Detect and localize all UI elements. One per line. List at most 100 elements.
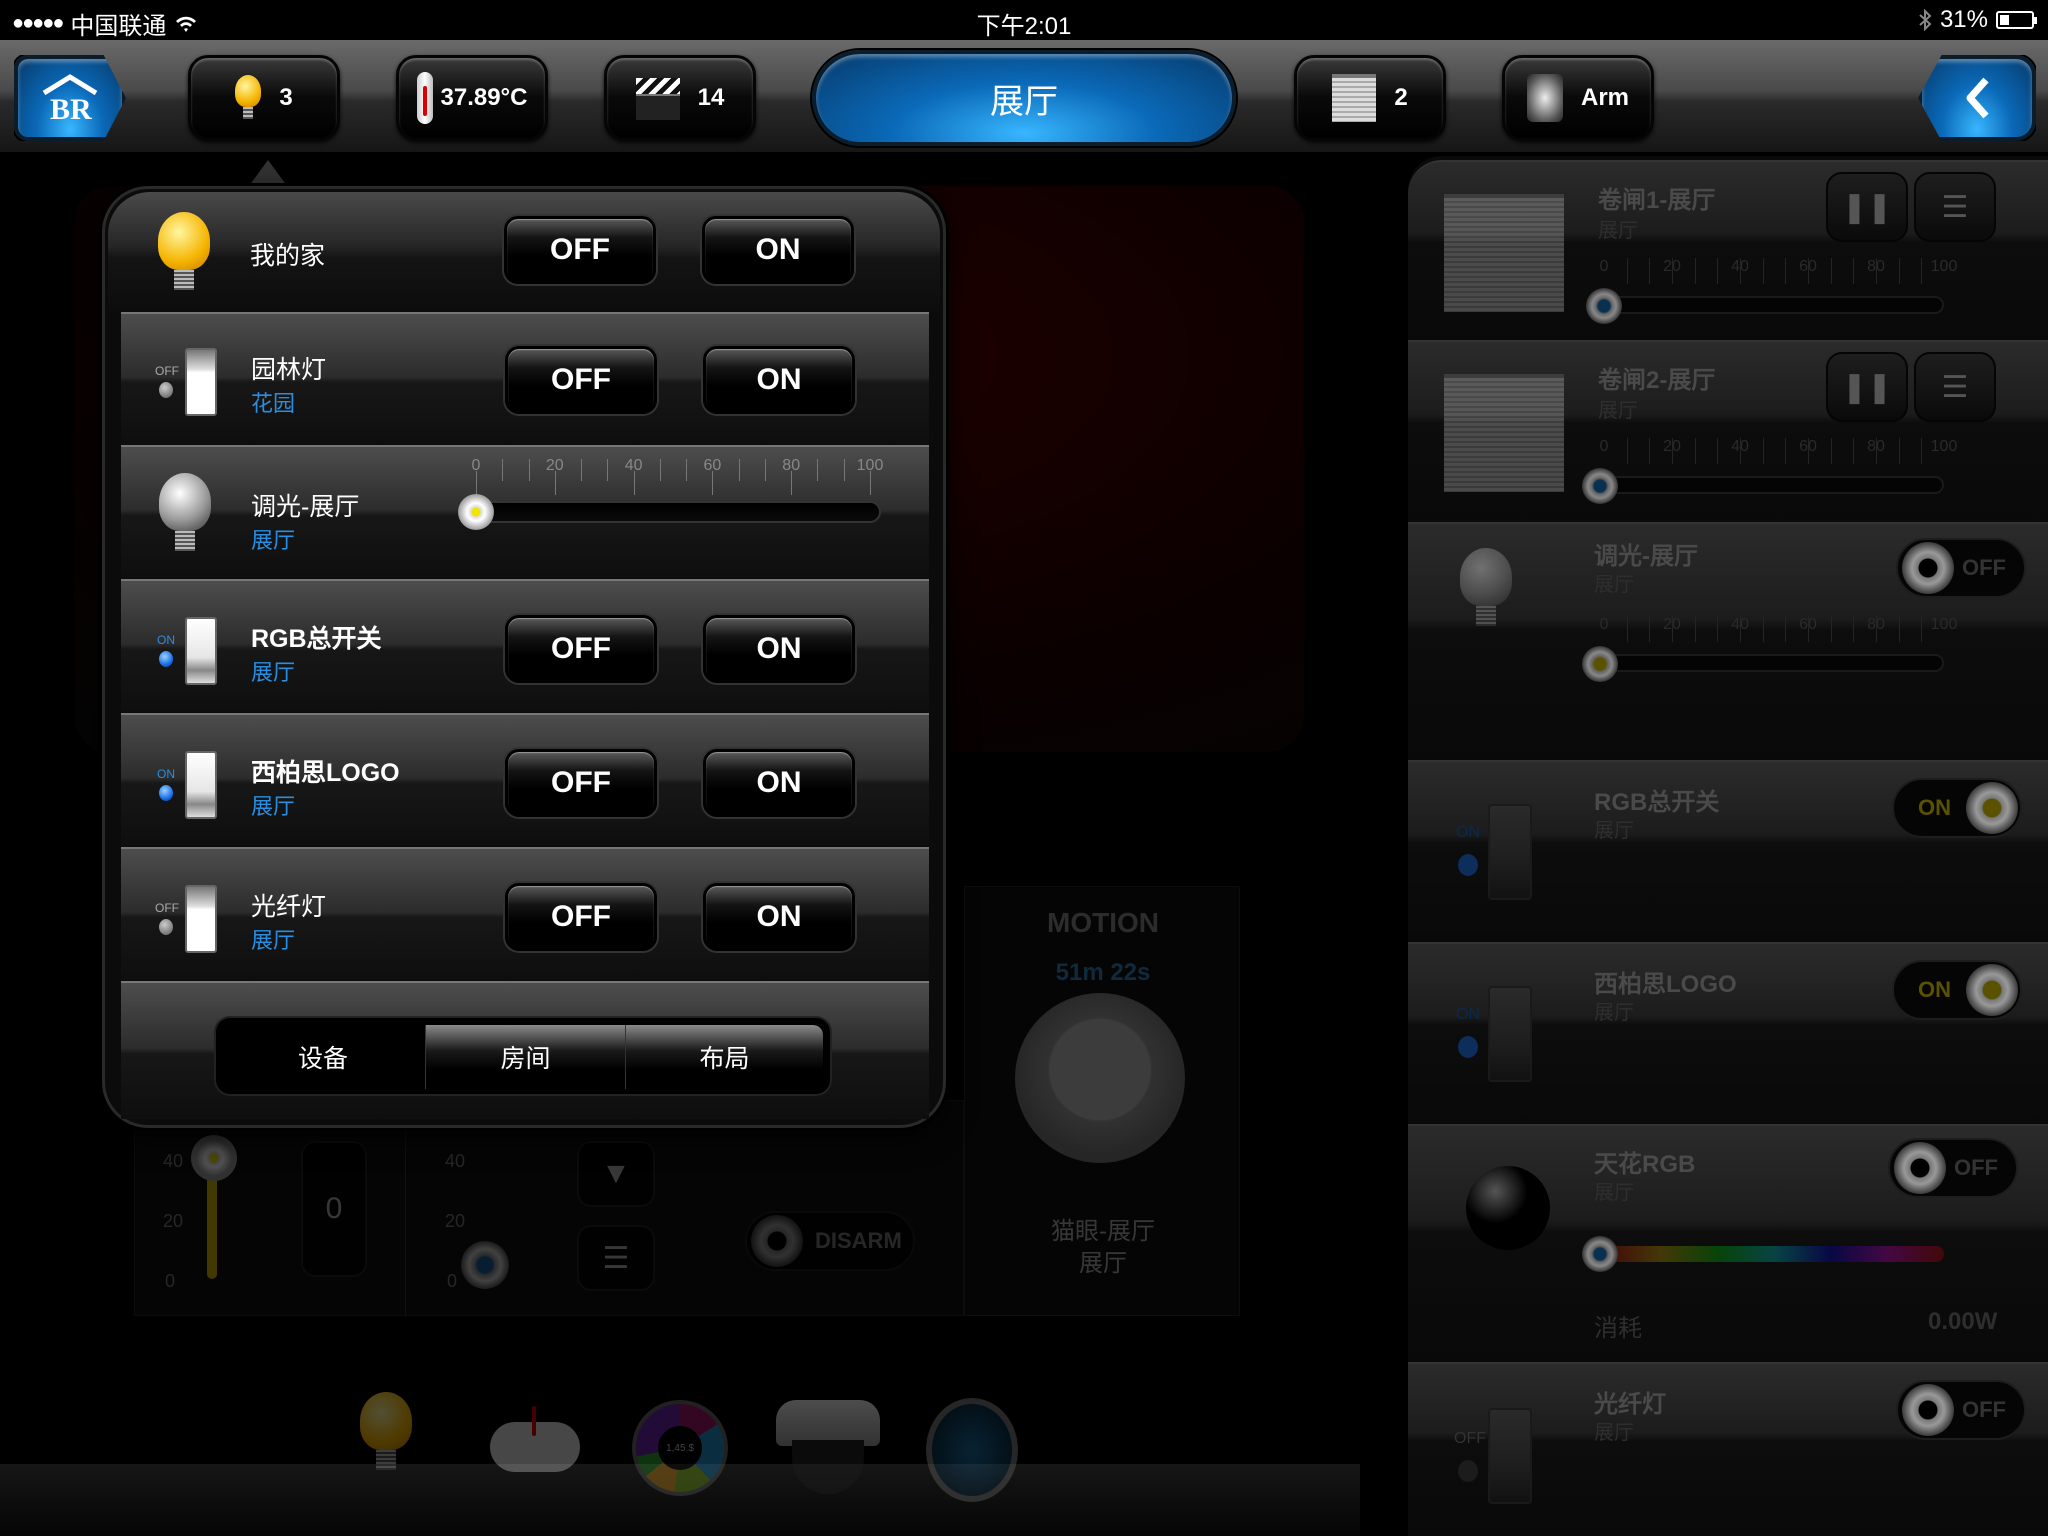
slider2-scale-0: 0: [447, 1271, 458, 1291]
off-button[interactable]: OFF: [505, 615, 657, 683]
rgb-master-toggle[interactable]: ON: [1892, 778, 2022, 838]
logo-row: ON 西柏思LOGO 展厅 ON: [1408, 942, 2048, 1124]
motion-sensor-card[interactable]: MOTION 51m 22s 猫眼-展厅 展厅: [964, 886, 1240, 1316]
color-hue-knob[interactable]: [1582, 1236, 1618, 1272]
fiber-toggle[interactable]: OFF: [1896, 1380, 2026, 1440]
dimmer-name: 调光-展厅: [1594, 543, 1698, 570]
slider-scale-20: 20: [163, 1211, 184, 1231]
device-row-garden-light: OFF 园林灯 花园 OFF ON: [121, 312, 929, 445]
rocker-switch-icon[interactable]: [185, 751, 217, 819]
scale-tick: [1921, 258, 1923, 284]
scale-tick: [1717, 258, 1719, 284]
dock-energy-button[interactable]: 1,45 $: [632, 1400, 728, 1496]
rocker-switch-icon[interactable]: [185, 885, 217, 953]
device-location: 展厅: [251, 928, 296, 953]
home-logo-button[interactable]: BR: [14, 55, 126, 141]
dimmer-slider-track[interactable]: [1604, 654, 1944, 672]
vertical-slider2-knob[interactable]: [461, 1241, 509, 1289]
shutter-2-menu-button[interactable]: ☰: [1914, 352, 1996, 422]
security-label: Arm: [1580, 84, 1629, 111]
shutter-1-menu-button[interactable]: ☰: [1914, 172, 1996, 242]
thermometer-icon: [416, 72, 433, 124]
on-button[interactable]: ON: [703, 749, 855, 817]
scenes-status-button[interactable]: 14: [604, 55, 756, 141]
logo-name: 西柏思LOGO: [1594, 971, 1737, 998]
scale-tick: [1853, 438, 1855, 464]
on-button[interactable]: ON: [703, 346, 855, 414]
dock-climate-button[interactable]: [490, 1392, 580, 1492]
disarm-toggle[interactable]: DISARM: [745, 1211, 915, 1271]
lights-status-button[interactable]: 3: [188, 55, 340, 141]
shutter-2-location: 展厅: [1598, 400, 1638, 422]
on-button[interactable]: ON: [703, 615, 855, 683]
segment-rooms[interactable]: 房间: [425, 1025, 625, 1089]
fiber-rocker[interactable]: [1488, 1408, 1532, 1504]
consumption-label: 消耗: [1594, 1315, 1642, 1342]
on-button[interactable]: ON: [703, 883, 855, 951]
dock-camera-button[interactable]: [776, 1400, 880, 1496]
dimmer-toggle[interactable]: OFF: [1896, 538, 2026, 598]
shutter-menu-button[interactable]: ☰: [577, 1225, 655, 1291]
vertical-slider-knob[interactable]: [191, 1135, 237, 1181]
shutters-status-button[interactable]: 2: [1294, 55, 1446, 141]
scale-label: 0: [1599, 258, 1609, 275]
shutter-1-slider-track[interactable]: [1604, 296, 1944, 314]
security-status-button[interactable]: Arm: [1502, 55, 1654, 141]
shutter-2-name: 卷闸2-展厅: [1598, 367, 1716, 394]
off-button[interactable]: OFF: [505, 346, 657, 414]
all-lights-on-button[interactable]: ON: [702, 216, 854, 284]
scale-tick: [1898, 258, 1900, 284]
scale-tick: [1876, 438, 1877, 464]
consumption-value: 0.00W: [1928, 1308, 1998, 1335]
all-lights-off-button[interactable]: OFF: [504, 216, 656, 284]
ceiling-rgb-row: 天花RGB 展厅 OFF 消耗 0.00W: [1408, 1124, 2048, 1362]
device-location: 花园: [251, 391, 296, 416]
off-button[interactable]: OFF: [505, 749, 657, 817]
dock-user-button[interactable]: [926, 1398, 1018, 1502]
dimmer-slider-knob[interactable]: [1582, 646, 1618, 682]
logo-toggle[interactable]: ON: [1892, 960, 2022, 1020]
scale-tick: [1626, 438, 1628, 464]
shutter-icon: [1444, 374, 1564, 492]
room-title: 展厅: [990, 82, 1058, 121]
bluetooth-icon: [1919, 9, 1932, 31]
all-lights-name: 我的家: [250, 242, 326, 270]
rgb-master-rocker[interactable]: [1488, 804, 1532, 900]
ceiling-rgb-toggle[interactable]: OFF: [1888, 1138, 2018, 1198]
motion-sensor-icon: [1015, 993, 1185, 1163]
motion-title: MOTION: [1047, 907, 1159, 938]
scale-tick: [1808, 258, 1809, 284]
scale-label: 60: [703, 457, 722, 474]
shutter-icon: [1444, 194, 1564, 312]
scale-label: 0: [471, 457, 481, 474]
shutter-down-button[interactable]: ▼: [577, 1141, 655, 1207]
shutter-1-name: 卷闸1-展厅: [1598, 187, 1716, 214]
motion-timer: 51m 22s: [1055, 959, 1151, 986]
color-hue-slider[interactable]: [1604, 1246, 1944, 1262]
light-bulb-icon: [360, 1392, 412, 1472]
scale-tick: [738, 459, 740, 481]
logo-rocker[interactable]: [1488, 986, 1532, 1082]
scale-tick: [764, 459, 766, 481]
off-button[interactable]: OFF: [505, 883, 657, 951]
temperature-status-button[interactable]: 37.89°C: [396, 55, 548, 141]
scale-tick: [843, 459, 845, 481]
dock-lights-button[interactable]: [360, 1392, 420, 1488]
scale-label: 20: [545, 457, 564, 474]
shutter-2-pause-button[interactable]: ❚❚: [1826, 352, 1908, 422]
back-button[interactable]: [1918, 55, 2036, 141]
room-title-button[interactable]: 展厅: [812, 50, 1236, 146]
dimmer-slider-knob[interactable]: [458, 494, 494, 530]
segment-layout[interactable]: 布局: [625, 1025, 823, 1089]
device-row-logo: ON 西柏思LOGO 展厅 OFF ON: [121, 713, 929, 846]
dimmer-slider-track[interactable]: [473, 501, 881, 523]
shutter-2-slider-track[interactable]: [1604, 476, 1944, 494]
shutter-1-slider-knob[interactable]: [1586, 288, 1622, 324]
shutter-1-pause-button[interactable]: ❚❚: [1826, 172, 1908, 242]
rocker-switch-icon[interactable]: [185, 617, 217, 685]
shutter-row-1: 卷闸1-展厅 展厅 ❚❚ ☰ 0 20 40 60 80 100: [1408, 160, 2048, 340]
shutter-2-slider-knob[interactable]: [1582, 468, 1618, 504]
rocker-switch-icon[interactable]: [185, 348, 217, 416]
segment-devices[interactable]: 设备: [223, 1025, 423, 1089]
scale-tick: [1830, 616, 1832, 642]
